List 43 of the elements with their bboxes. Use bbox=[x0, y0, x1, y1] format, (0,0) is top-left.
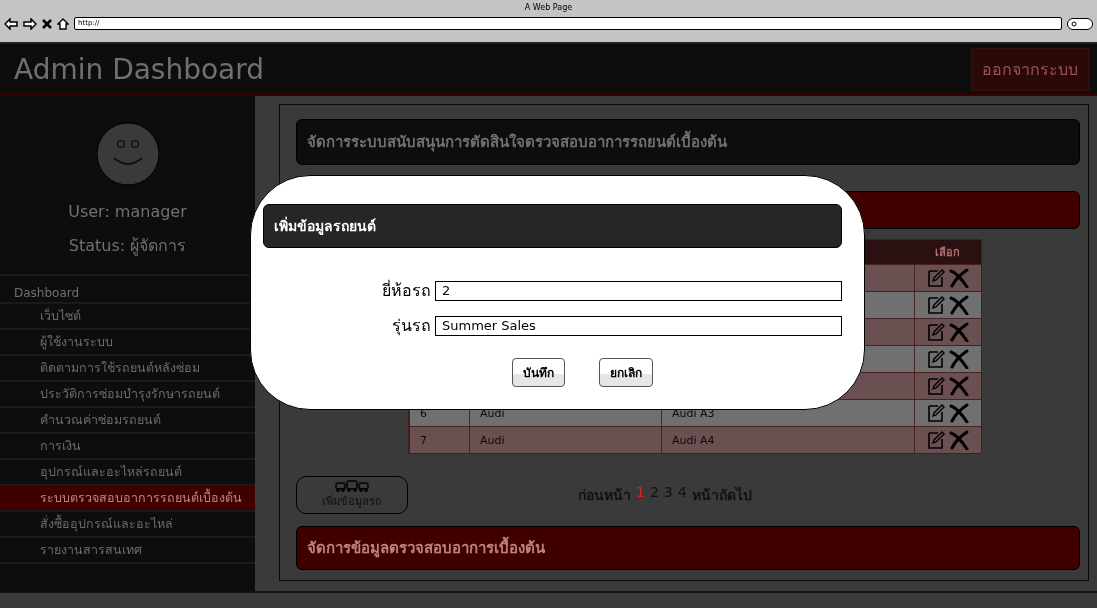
app-title: Admin Dashboard bbox=[14, 52, 265, 86]
user-status: Status: ผู้จัดการ bbox=[67, 235, 188, 258]
table-cell: 7 bbox=[409, 427, 469, 454]
delete-icon[interactable] bbox=[949, 376, 969, 397]
close-icon[interactable] bbox=[42, 18, 52, 29]
edit-icon[interactable] bbox=[927, 349, 945, 370]
table-cell: Audi bbox=[469, 427, 661, 454]
dialog-title: เพิ่มข้อมูลรถยนต์ bbox=[263, 204, 842, 248]
cars-icon bbox=[335, 480, 369, 493]
delete-icon[interactable] bbox=[949, 349, 969, 370]
field-label: รุ่นรถ bbox=[391, 315, 432, 338]
page-link[interactable]: 1 bbox=[636, 484, 645, 507]
edit-icon[interactable] bbox=[927, 403, 945, 424]
home-icon[interactable] bbox=[57, 17, 69, 30]
search-icon bbox=[1071, 20, 1077, 27]
delete-icon[interactable] bbox=[949, 322, 969, 343]
back-arrow-icon[interactable] bbox=[4, 17, 18, 30]
section-title: จัดการระบบสนับสนุนการตัดสินใจตรวจสอบอาการรถยนต์เบื้องต้น bbox=[296, 119, 1080, 166]
smiley-avatar bbox=[95, 122, 160, 187]
save-button[interactable]: บันทึก bbox=[512, 358, 565, 387]
input-field[interactable]: Summer Sales bbox=[435, 315, 842, 336]
edit-icon[interactable] bbox=[927, 268, 945, 289]
logout-button[interactable]: ออกจากระบบ bbox=[971, 47, 1089, 91]
edit-icon[interactable] bbox=[927, 295, 945, 316]
field-label: ยี่ห้อรถ bbox=[381, 279, 432, 302]
column-header: เลือก bbox=[934, 245, 961, 262]
edit-icon[interactable] bbox=[927, 376, 945, 397]
search-field[interactable] bbox=[1067, 17, 1093, 30]
cancel-button[interactable]: ยกเลิก bbox=[599, 358, 653, 387]
edit-icon[interactable] bbox=[927, 322, 945, 343]
forward-arrow-icon[interactable] bbox=[23, 17, 37, 30]
section-title: จัดการข้อมูลตรวจสอบอาการเบื้องต้น bbox=[296, 526, 1080, 571]
sidebar-item[interactable]: ระบบตรวจสอบอาการรถยนต์เบื้องต้น bbox=[0, 486, 255, 513]
page-title: A Web Page bbox=[523, 2, 574, 14]
edit-icon[interactable] bbox=[927, 430, 945, 451]
input-field[interactable]: 2 bbox=[435, 280, 842, 301]
delete-icon[interactable] bbox=[949, 268, 969, 289]
sidebar-item[interactable]: สั่งซื้ออุปกรณ์และอะไหล่ bbox=[0, 512, 255, 539]
table-cell: Audi A4 bbox=[661, 427, 914, 454]
delete-icon[interactable] bbox=[949, 403, 969, 424]
delete-icon[interactable] bbox=[949, 295, 969, 316]
user-name: User: manager bbox=[67, 202, 188, 222]
delete-icon[interactable] bbox=[949, 430, 969, 451]
